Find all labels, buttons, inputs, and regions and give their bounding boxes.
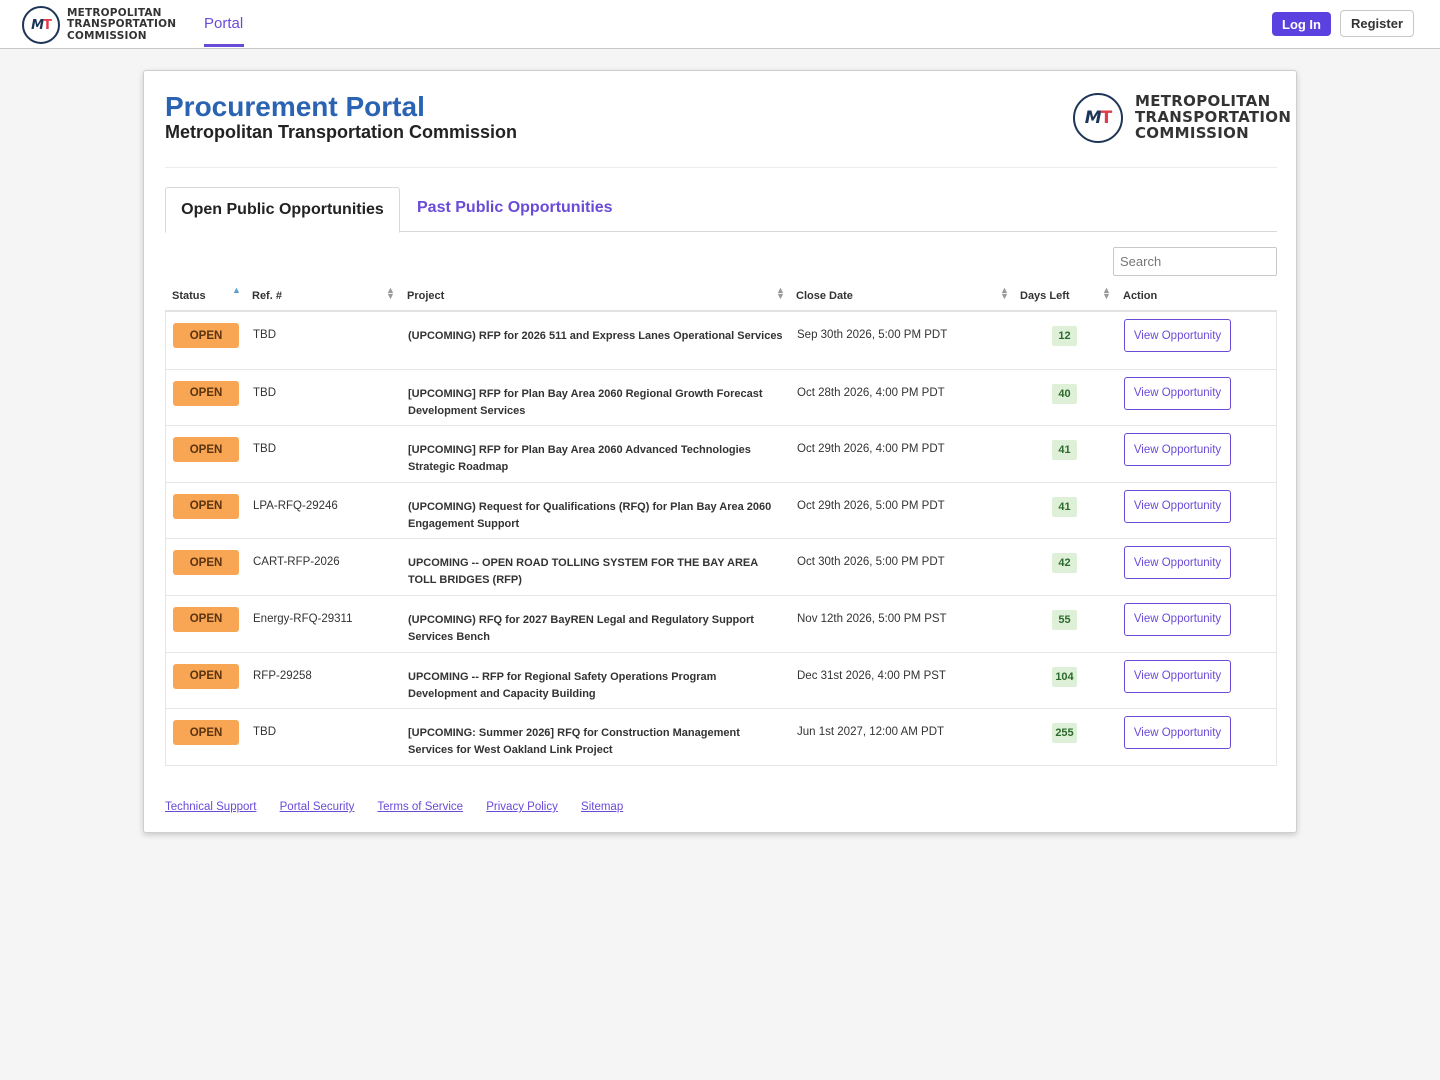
status-badge: OPEN xyxy=(173,437,239,463)
table-row: OPEN TBD [UPCOMING] RFP for Plan Bay Are… xyxy=(166,425,1276,482)
status-badge: OPEN xyxy=(173,606,239,632)
table-row: OPEN RFP-29258 UPCOMING -- RFP for Regio… xyxy=(166,651,1276,709)
status-badge: OPEN xyxy=(173,663,239,689)
days-left-badge: 104 xyxy=(1052,666,1077,687)
close-date: Oct 30th 2026, 5:00 PM PDT xyxy=(797,556,945,569)
table-row: OPEN CART-RFP-2026 UPCOMING -- OPEN ROAD… xyxy=(166,538,1276,595)
close-date: Oct 29th 2026, 4:00 PM PDT xyxy=(797,443,945,456)
days-left-badge: 55 xyxy=(1052,609,1077,630)
register-button[interactable]: Register xyxy=(1340,10,1414,37)
project-title: UPCOMING -- OPEN ROAD TOLLING SYSTEM FOR… xyxy=(408,557,758,587)
table-row: OPEN LPA-RFQ-29246 (UPCOMING) Request fo… xyxy=(166,481,1276,539)
view-opportunity-button[interactable]: View Opportunity xyxy=(1124,602,1231,636)
header-divider xyxy=(165,167,1277,168)
view-opportunity-button[interactable]: View Opportunity xyxy=(1124,716,1231,750)
footer-link-technical-support[interactable]: Technical Support xyxy=(165,801,256,813)
tab-past-opportunities[interactable]: Past Public Opportunities xyxy=(417,199,613,217)
nav-portal-link[interactable]: Portal xyxy=(204,15,243,32)
view-opportunity-button[interactable]: View Opportunity xyxy=(1124,489,1231,523)
table-row: OPEN TBD [UPCOMING: Summer 2026] RFQ for… xyxy=(166,708,1276,765)
column-header-action: Action xyxy=(1123,290,1158,302)
mtc-logo[interactable]: MT METROPOLITAN TRANSPORTATION COMMISSIO… xyxy=(22,6,176,44)
project-title: UPCOMING -- RFP for Regional Safety Oper… xyxy=(408,670,717,700)
login-button[interactable]: Log In xyxy=(1272,12,1331,36)
logo-text-line: COMMISSION xyxy=(1135,123,1250,142)
status-badge: OPEN xyxy=(173,550,239,576)
footer-links: Technical Support Portal Security Terms … xyxy=(165,801,643,813)
close-date: Jun 1st 2027, 12:00 AM PDT xyxy=(797,726,945,739)
table-row: OPEN Energy-RFQ-29311 (UPCOMING) RFQ for… xyxy=(166,594,1276,652)
search-input[interactable] xyxy=(1113,247,1277,276)
close-date: Nov 12th 2026, 5:00 PM PST xyxy=(797,612,947,625)
mtc-logo-large: MT METROPOLITAN TRANSPORTATION COMMISSIO… xyxy=(1073,93,1291,143)
sort-icon[interactable]: ▲ ▼ xyxy=(1102,286,1111,301)
ref-number: Energy-RFQ-29311 xyxy=(253,612,353,625)
logo-text-line: TRANSPORTATION xyxy=(67,18,177,31)
days-left-badge: 40 xyxy=(1052,383,1077,404)
table-header: Status ▲ Ref. # ▲ ▼ Project ▲ ▼ Close Date… xyxy=(165,279,1277,312)
footer-link-privacy-policy[interactable]: Privacy Policy xyxy=(486,801,558,813)
mtc-logo-text: METROPOLITAN TRANSPORTATION COMMISSION xyxy=(67,8,176,41)
ref-number: CART-RFP-2026 xyxy=(253,556,340,569)
column-header-status[interactable]: Status xyxy=(172,290,206,302)
mtc-logo-text: METROPOLITAN TRANSPORTATION COMMISSION xyxy=(1135,94,1291,141)
column-header-project[interactable]: Project xyxy=(407,290,444,302)
ref-number: LPA-RFQ-29246 xyxy=(253,499,338,512)
footer-link-terms-of-service[interactable]: Terms of Service xyxy=(377,801,463,813)
ref-number: TBD xyxy=(253,726,276,739)
view-opportunity-button[interactable]: View Opportunity xyxy=(1124,376,1231,410)
ref-number: TBD xyxy=(253,329,276,341)
ref-number: TBD xyxy=(253,386,276,399)
view-opportunity-button[interactable]: View Opportunity xyxy=(1124,319,1231,352)
footer-link-sitemap[interactable]: Sitemap xyxy=(581,801,623,813)
project-title: [UPCOMING] RFP for Plan Bay Area 2060 Re… xyxy=(408,387,763,417)
table-row: OPEN TBD (UPCOMING) RFP for 2026 511 and… xyxy=(166,312,1276,369)
logo-text-line: COMMISSION xyxy=(67,29,147,42)
column-header-close-date[interactable]: Close Date xyxy=(796,290,853,302)
status-badge: OPEN xyxy=(173,380,239,406)
ref-number: RFP-29258 xyxy=(253,669,312,682)
close-date: Oct 29th 2026, 5:00 PM PDT xyxy=(797,499,945,512)
tab-open-opportunities[interactable]: Open Public Opportunities xyxy=(165,187,400,233)
mtc-logo-mark: MT xyxy=(22,6,60,44)
page-subtitle: Metropolitan Transportation Commission xyxy=(165,122,518,142)
project-title: (UPCOMING) RFQ for 2027 BayREN Legal and… xyxy=(408,613,754,643)
close-date: Dec 31st 2026, 4:00 PM PST xyxy=(797,669,946,682)
procurement-card: Procurement Portal Metropolitan Transpor… xyxy=(143,70,1297,833)
sort-icon[interactable]: ▲ ▼ xyxy=(1000,286,1009,301)
sort-icon[interactable]: ▲ ▼ xyxy=(386,286,395,301)
footer-link-portal-security[interactable]: Portal Security xyxy=(280,801,355,813)
days-left-badge: 255 xyxy=(1052,723,1077,744)
page-title: Procurement Portal xyxy=(165,91,425,122)
status-badge: OPEN xyxy=(173,493,239,519)
close-date: Oct 28th 2026, 4:00 PM PDT xyxy=(797,386,945,399)
status-badge: OPEN xyxy=(173,720,239,746)
project-title: (UPCOMING) Request for Qualifications (R… xyxy=(408,500,772,530)
opportunities-table-body: OPEN TBD (UPCOMING) RFP for 2026 511 and… xyxy=(165,312,1277,766)
mtc-logo-mark: MT xyxy=(1073,93,1123,143)
top-navbar: MT METROPOLITAN TRANSPORTATION COMMISSIO… xyxy=(0,0,1440,49)
days-left-badge: 12 xyxy=(1052,326,1077,346)
days-left-badge: 41 xyxy=(1052,496,1077,517)
sort-icon[interactable]: ▲ ▼ xyxy=(776,286,785,301)
sort-icon[interactable]: ▲ xyxy=(232,286,241,295)
view-opportunity-button[interactable]: View Opportunity xyxy=(1124,433,1231,467)
column-header-ref[interactable]: Ref. # xyxy=(252,290,282,302)
table-row: OPEN TBD [UPCOMING] RFP for Plan Bay Are… xyxy=(166,368,1276,426)
project-title: [UPCOMING: Summer 2026] RFQ for Construc… xyxy=(408,727,740,757)
close-date: Sep 30th 2026, 5:00 PM PDT xyxy=(797,329,948,341)
project-title: [UPCOMING] RFP for Plan Bay Area 2060 Ad… xyxy=(408,444,751,474)
view-opportunity-button[interactable]: View Opportunity xyxy=(1124,546,1231,580)
days-left-badge: 41 xyxy=(1052,440,1077,461)
nav-active-indicator xyxy=(204,44,244,47)
status-badge: OPEN xyxy=(173,323,239,348)
days-left-badge: 42 xyxy=(1052,553,1077,574)
column-header-days-left[interactable]: Days Left xyxy=(1020,290,1070,302)
view-opportunity-button[interactable]: View Opportunity xyxy=(1124,659,1231,693)
project-title: (UPCOMING) RFP for 2026 511 and Express … xyxy=(408,330,783,342)
ref-number: TBD xyxy=(253,443,276,456)
